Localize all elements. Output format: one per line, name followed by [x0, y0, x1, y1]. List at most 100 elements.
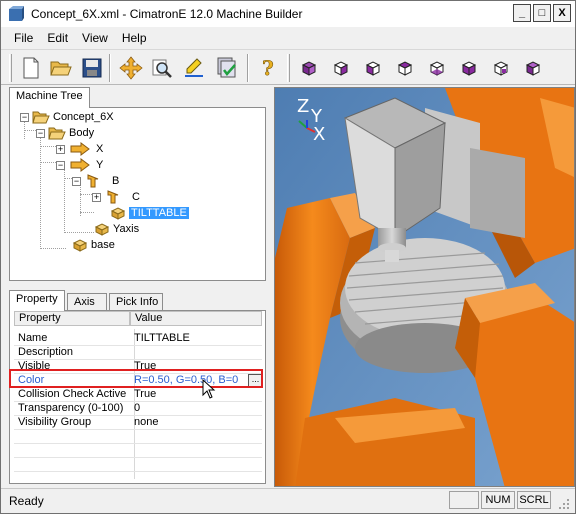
property-tabstrip: Property Axis Pick Info	[9, 290, 269, 312]
tree-node-body[interactable]: Body	[48, 125, 94, 141]
property-row-name[interactable]: Name TILTTABLE	[14, 332, 262, 346]
menu-help[interactable]: Help	[115, 31, 154, 45]
tree-expand-x[interactable]: +	[56, 145, 65, 154]
status-cell-empty	[449, 491, 479, 509]
tree-node-yaxis[interactable]: Yaxis	[94, 221, 139, 237]
status-scrl: SCRL	[517, 491, 551, 509]
tree-label: base	[91, 239, 115, 251]
menu-file[interactable]: File	[7, 31, 40, 45]
machine-model	[275, 88, 574, 486]
maximize-button[interactable]: □	[533, 4, 551, 22]
tree-label: X	[96, 143, 104, 155]
property-name: Description	[18, 346, 74, 358]
tree-collapse-b[interactable]: −	[72, 177, 81, 186]
axis-arrow-icon	[70, 142, 90, 156]
view-cube-1-icon[interactable]	[296, 55, 322, 81]
title-bar: Concept_6X.xml - CimatronE 12.0 Machine …	[1, 1, 575, 27]
status-text: Ready	[9, 494, 44, 508]
edit-icon[interactable]	[181, 55, 207, 81]
resize-grip-icon[interactable]	[557, 497, 571, 511]
tree-label-selected: TILTTABLE	[129, 207, 189, 219]
tree-collapse-root[interactable]: −	[20, 113, 29, 122]
tree-collapse-y[interactable]: −	[56, 161, 65, 170]
tree-node-b[interactable]: B	[86, 173, 119, 189]
axis-triad-icon	[298, 120, 316, 133]
view-cube-6-icon[interactable]	[456, 55, 482, 81]
property-value: none	[134, 416, 159, 428]
axis-label-z: Z	[297, 96, 310, 117]
3d-viewport[interactable]: Z Y X	[274, 87, 575, 487]
tree-label: Concept_6X	[53, 111, 114, 123]
property-row-empty	[14, 458, 262, 472]
folder-open-icon	[32, 111, 50, 124]
minimize-button[interactable]: _	[513, 4, 531, 22]
move-icon[interactable]	[118, 55, 144, 81]
status-num: NUM	[481, 491, 515, 509]
svg-text:?: ?	[262, 56, 274, 80]
property-row-visibility-group[interactable]: Visibility Group none	[14, 416, 262, 430]
app-window: Concept_6X.xml - CimatronE 12.0 Machine …	[0, 0, 576, 514]
property-name: Transparency (0-100)	[18, 402, 124, 414]
property-value: True	[134, 388, 157, 400]
rotary-axis-icon	[107, 190, 119, 204]
tree-node-y[interactable]: Y	[70, 157, 103, 173]
mouse-cursor-icon	[202, 379, 216, 399]
view-cube-2-icon[interactable]	[328, 55, 354, 81]
help-icon[interactable]: ?	[255, 55, 281, 81]
tree-node-c[interactable]: C	[106, 189, 140, 205]
property-grid: Property Value Name TILTTABLE Descriptio…	[9, 310, 266, 484]
component-box-icon	[110, 207, 126, 220]
tree-label: Body	[69, 127, 95, 139]
rotary-axis-icon	[87, 174, 99, 188]
component-box-icon	[72, 239, 88, 252]
check-icon[interactable]	[214, 55, 240, 81]
view-cube-3-icon[interactable]	[360, 55, 386, 81]
save-icon[interactable]	[79, 55, 105, 81]
tree-label: Y	[96, 159, 104, 171]
column-header-value[interactable]: Value	[130, 311, 262, 326]
view-cube-4-icon[interactable]	[392, 55, 418, 81]
tree-label: B	[112, 175, 120, 187]
component-box-icon	[94, 223, 110, 236]
tab-property[interactable]: Property	[9, 290, 65, 311]
tree-tabstrip: Machine Tree	[9, 87, 269, 108]
menu-bar: File Edit View Help	[1, 28, 575, 48]
tab-machine-tree[interactable]: Machine Tree	[9, 87, 90, 108]
toolbar: ?	[1, 49, 575, 85]
tree-label: C	[132, 191, 140, 203]
property-row-transparency[interactable]: Transparency (0-100) 0	[14, 402, 262, 416]
property-value: TILTTABLE	[134, 332, 190, 344]
zoom-icon[interactable]	[149, 55, 175, 81]
highlight-annotation	[9, 369, 263, 388]
property-row-description[interactable]: Description	[14, 346, 262, 360]
axis-arrow-icon	[70, 158, 90, 172]
folder-open-icon	[48, 127, 66, 140]
tree-node-base[interactable]: base	[72, 237, 115, 253]
property-name: Name	[18, 332, 48, 344]
toolbar-grip-2[interactable]	[287, 54, 290, 82]
tree-node-x[interactable]: X	[70, 141, 103, 157]
tree-expand-c[interactable]: +	[92, 193, 101, 202]
property-name: Visibility Group	[18, 416, 92, 428]
column-header-property[interactable]: Property	[14, 311, 130, 326]
view-cube-7-icon[interactable]	[488, 55, 514, 81]
property-value: 0	[134, 402, 141, 414]
property-name: Collision Check Active	[18, 388, 127, 400]
new-icon[interactable]	[18, 55, 44, 81]
view-cube-8-icon[interactable]	[520, 55, 546, 81]
tree-collapse-body[interactable]: −	[36, 129, 45, 138]
app-logo-icon	[9, 6, 24, 21]
menu-view[interactable]: View	[75, 31, 115, 45]
tree-label: Yaxis	[113, 223, 140, 235]
tree-node-concept[interactable]: Concept_6X	[32, 109, 114, 125]
toolbar-grip[interactable]	[9, 54, 12, 82]
open-icon[interactable]	[48, 55, 74, 81]
menu-edit[interactable]: Edit	[40, 31, 75, 45]
view-cube-5-icon[interactable]	[424, 55, 450, 81]
property-row-collision[interactable]: Collision Check Active True	[14, 388, 262, 402]
property-row-empty	[14, 444, 262, 458]
tree-node-tilttable[interactable]: TILTTABLE	[110, 205, 189, 221]
property-row-empty	[14, 430, 262, 444]
machine-tree: − Concept_6X − Body + X − Y − B + C TILT…	[9, 107, 266, 281]
close-button[interactable]: X	[553, 4, 571, 22]
